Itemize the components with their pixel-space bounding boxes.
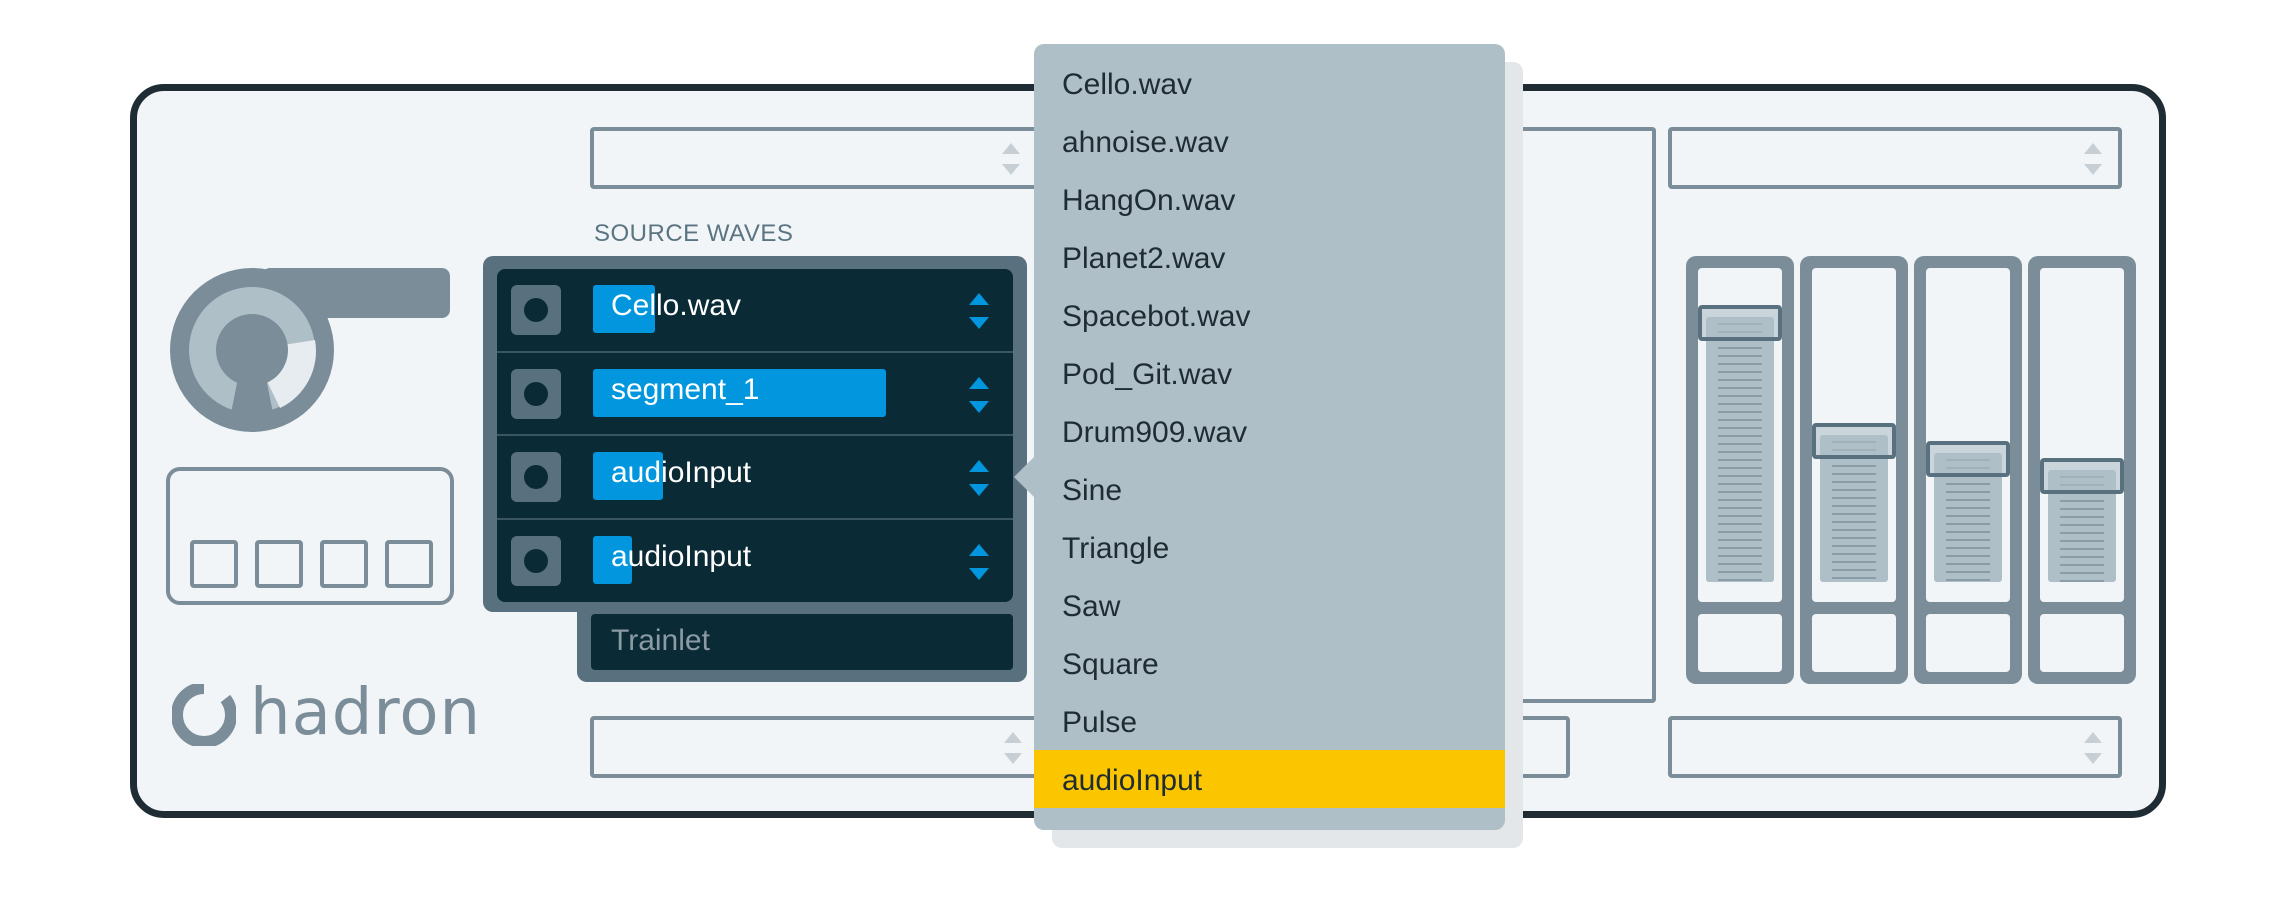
trainlet-input[interactable]: Trainlet — [591, 614, 1013, 670]
dropdown-item-label: audioInput — [1062, 764, 1203, 797]
dropdown-item-label: HangOn.wav — [1062, 184, 1236, 217]
hadron-logo-icon — [172, 684, 236, 746]
source-wave-row[interactable]: audioInput — [497, 520, 1013, 603]
dropdown-item-label: Planet2.wav — [1062, 242, 1226, 275]
fader-handle[interactable] — [1698, 305, 1782, 341]
pad-button-3[interactable] — [320, 540, 368, 588]
dropdown-item[interactable]: ahnoise.wav — [1034, 112, 1505, 170]
dropdown-item-label: Spacebot.wav — [1062, 300, 1251, 333]
pad-button-1[interactable] — [190, 540, 238, 588]
fader[interactable] — [1686, 256, 1794, 684]
stepper-arrows-icon[interactable] — [969, 544, 989, 580]
fader-button[interactable] — [1698, 614, 1782, 672]
dropdown-item[interactable]: HangOn.wav — [1034, 170, 1505, 228]
dropdown-item[interactable]: audioInput — [1034, 750, 1505, 808]
source-wave-row[interactable]: audioInput — [497, 436, 1013, 519]
fader[interactable] — [2028, 256, 2136, 684]
dropdown-item[interactable]: Planet2.wav — [1034, 228, 1505, 286]
top-right-stepper[interactable] — [1668, 127, 2122, 189]
volume-knob[interactable] — [170, 268, 335, 433]
dropdown-item-label: Pod_Git.wav — [1062, 358, 1233, 391]
dropdown-item-label: Triangle — [1062, 532, 1170, 565]
fader-button[interactable] — [2040, 614, 2124, 672]
fader[interactable] — [1914, 256, 2022, 684]
fader-button[interactable] — [1926, 614, 2010, 672]
record-button[interactable] — [511, 536, 561, 586]
source-waves-label: SOURCE WAVES — [594, 220, 794, 247]
stepper-arrows-icon[interactable] — [1004, 732, 1022, 764]
button-group — [166, 467, 454, 605]
dropdown-item[interactable]: Saw — [1034, 576, 1505, 634]
source-wave-label: audioInput — [611, 456, 752, 489]
pad-button-4[interactable] — [385, 540, 433, 588]
fader[interactable] — [1800, 256, 1908, 684]
source-dropdown: Cello.wav ahnoise.wav HangOn.wav Planet2.wa… — [1034, 44, 1505, 830]
pad-button-2[interactable] — [255, 540, 303, 588]
trainlet-placeholder: Trainlet — [611, 624, 710, 657]
record-icon — [524, 298, 548, 322]
record-icon — [524, 549, 548, 573]
source-wave-row[interactable]: Cello.wav — [497, 269, 1013, 352]
record-button[interactable] — [511, 452, 561, 502]
stepper-arrows-icon[interactable] — [969, 460, 989, 496]
record-button[interactable] — [511, 369, 561, 419]
stepper-arrows-icon[interactable] — [2084, 143, 2102, 175]
dropdown-item[interactable]: Square — [1034, 634, 1505, 692]
dropdown-pointer — [1014, 457, 1034, 497]
source-wave-label: Cello.wav — [611, 289, 742, 322]
fader-handle[interactable] — [1812, 423, 1896, 459]
dropdown-item-label: Square — [1062, 648, 1159, 681]
logo: hadron — [172, 676, 480, 752]
stepper-arrows-icon[interactable] — [2084, 732, 2102, 764]
fader-level — [1706, 317, 1774, 582]
source-wave-label: segment_1 — [611, 373, 760, 406]
fader-button[interactable] — [1812, 614, 1896, 672]
record-icon — [524, 382, 548, 406]
dropdown-item[interactable]: Spacebot.wav — [1034, 286, 1505, 344]
stepper-arrows-icon[interactable] — [969, 293, 989, 329]
dropdown-item-label: ahnoise.wav — [1062, 126, 1229, 159]
brand-name: hadron — [250, 676, 482, 750]
dropdown-item-label: Sine — [1062, 474, 1123, 507]
dropdown-item[interactable]: Drum909.wav — [1034, 402, 1505, 460]
fader-handle[interactable] — [1926, 441, 2010, 477]
dropdown-item-label: Pulse — [1062, 706, 1138, 739]
record-icon — [524, 465, 548, 489]
dropdown-item[interactable]: Pulse — [1034, 692, 1505, 750]
dropdown-item[interactable]: Triangle — [1034, 518, 1505, 576]
dropdown-item-label: Drum909.wav — [1062, 416, 1248, 449]
source-wave-row[interactable]: segment_1 — [497, 353, 1013, 436]
stepper-arrows-icon[interactable] — [1002, 143, 1020, 175]
dropdown-item[interactable]: Sine — [1034, 460, 1505, 518]
top-left-stepper[interactable] — [590, 127, 1040, 189]
fader-handle[interactable] — [2040, 458, 2124, 494]
dropdown-item-label: Saw — [1062, 590, 1121, 623]
dropdown-item[interactable]: Pod_Git.wav — [1034, 344, 1505, 402]
bottom-right-stepper[interactable] — [1668, 716, 2122, 778]
stepper-arrows-icon[interactable] — [969, 377, 989, 413]
dropdown-item[interactable]: Cello.wav — [1034, 54, 1505, 112]
dropdown-item-label: Cello.wav — [1062, 68, 1193, 101]
source-wave-label: audioInput — [611, 540, 752, 573]
record-button[interactable] — [511, 285, 561, 335]
